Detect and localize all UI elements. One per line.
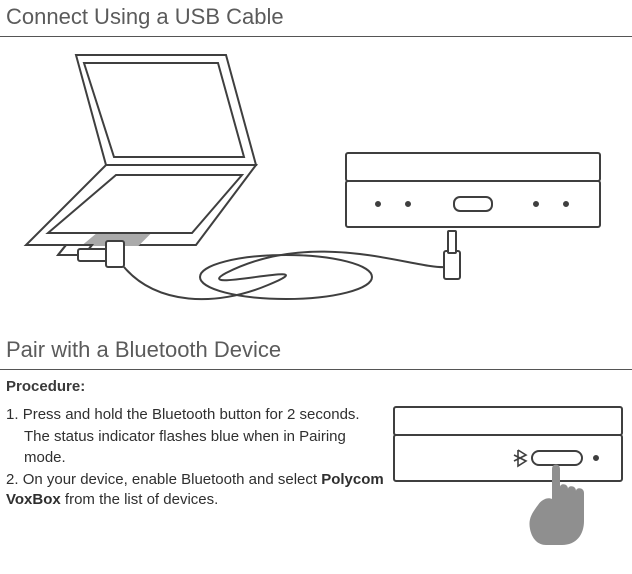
step-1: 1. Press and hold the Bluetooth button f… bbox=[6, 405, 384, 468]
hand-press-icon bbox=[529, 465, 584, 546]
step-1-text: Press and hold the Bluetooth button for … bbox=[23, 406, 360, 423]
procedure-steps: 1. Press and hold the Bluetooth button f… bbox=[6, 405, 384, 545]
step-2-number: 2. bbox=[6, 471, 19, 488]
step-2: 2. On your device, enable Bluetooth and … bbox=[6, 470, 384, 511]
step-1-number: 1. bbox=[6, 406, 19, 423]
procedure-label: Procedure: bbox=[0, 378, 632, 405]
usb-connection-diagram-icon bbox=[6, 45, 626, 313]
figure-usb-connection bbox=[6, 45, 626, 313]
figure-bluetooth-press bbox=[392, 405, 626, 545]
section-title-usb: Connect Using a USB Cable bbox=[0, 0, 632, 37]
bluetooth-press-diagram-icon bbox=[392, 405, 626, 545]
section-title-bluetooth: Pair with a Bluetooth Device bbox=[0, 333, 632, 370]
step-2-text-b: from the list of devices. bbox=[61, 491, 219, 508]
step-2-text-a: On your device, enable Bluetooth and sel… bbox=[23, 471, 322, 488]
step-1-note: The status indicator flashes blue when i… bbox=[24, 427, 384, 468]
